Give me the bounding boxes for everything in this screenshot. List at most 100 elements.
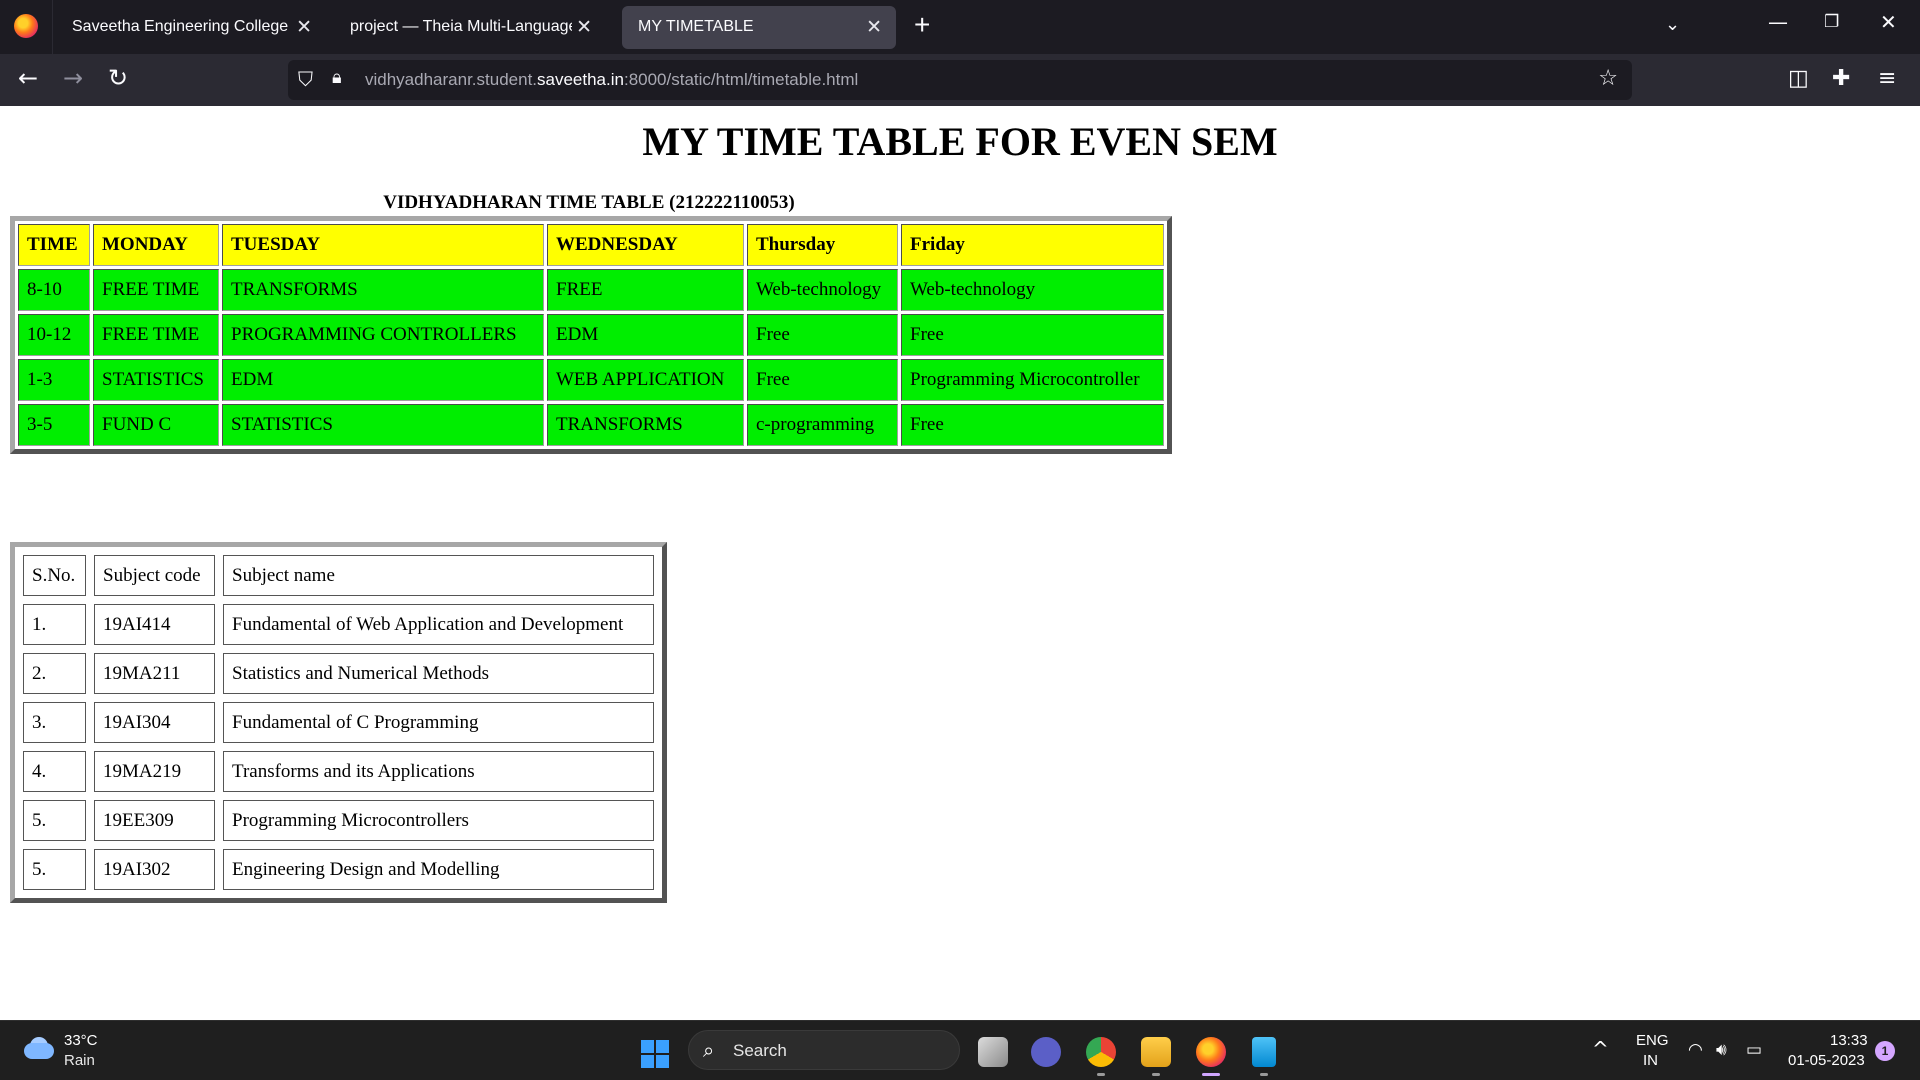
subject-code-cell: 19EE309 — [94, 800, 215, 841]
tab-theia-project[interactable]: project — Theia Multi-Language Ex ✕ — [334, 6, 606, 49]
windows-start-icon[interactable] — [641, 1040, 669, 1068]
firefox-taskbar-icon[interactable] — [1196, 1037, 1226, 1067]
header-cell: TUESDAY — [222, 224, 544, 266]
app-running-indicator — [1097, 1073, 1105, 1076]
pocket-icon[interactable]: ◫ — [1788, 66, 1809, 91]
serial-cell: 5. — [23, 800, 86, 841]
timetable-table: TIME MONDAY TUESDAY WEDNESDAY Thursday F… — [10, 216, 1172, 454]
restore-icon[interactable]: ❐ — [1824, 12, 1839, 32]
battery-icon[interactable]: ▭ — [1746, 1040, 1762, 1060]
input-language[interactable]: ENG — [1636, 1032, 1669, 1049]
firefox-logo-icon[interactable] — [14, 14, 38, 38]
serial-cell: 1. — [23, 604, 86, 645]
table-cell: Programming Microcontroller — [901, 359, 1164, 401]
table-row: 2. 19MA211 Statistics and Numerical Meth… — [23, 653, 654, 694]
subjects-header-row: S.No. Subject code Subject name — [23, 555, 654, 596]
table-cell: STATISTICS — [93, 359, 219, 401]
serial-cell: 2. — [23, 653, 86, 694]
page-content: MY TIME TABLE FOR EVEN SEM VIDHYADHARAN … — [0, 106, 1920, 1020]
window-close-icon[interactable]: ✕ — [1880, 10, 1897, 34]
table-row: 10-12 FREE TIME PROGRAMMING CONTROLLERS … — [18, 314, 1164, 356]
time-cell: 3-5 — [18, 404, 90, 446]
task-view-icon[interactable] — [978, 1037, 1008, 1067]
url-prefix: vidhyadharanr.student. — [365, 70, 538, 89]
tab-my-timetable[interactable]: MY TIMETABLE ✕ — [622, 6, 896, 49]
close-icon[interactable]: ✕ — [296, 16, 312, 39]
table-row: 3-5 FUND C STATISTICS TRANSFORMS c-progr… — [18, 404, 1164, 446]
table-cell: TRANSFORMS — [547, 404, 744, 446]
header-cell: S.No. — [23, 555, 86, 596]
clock-time[interactable]: 13:33 — [1830, 1032, 1868, 1049]
table-cell: FREE TIME — [93, 269, 219, 311]
input-region[interactable]: IN — [1643, 1052, 1658, 1069]
tab-title: MY TIMETABLE — [638, 18, 754, 35]
time-cell: 10-12 — [18, 314, 90, 356]
timetable-section: VIDHYADHARAN TIME TABLE (212222110053) T… — [10, 192, 1172, 454]
bookmark-star-icon[interactable]: ☆ — [1598, 66, 1618, 91]
back-arrow-icon[interactable]: ← — [18, 64, 38, 92]
subject-name-cell: Statistics and Numerical Methods — [223, 653, 654, 694]
app-running-indicator — [1152, 1073, 1160, 1076]
file-explorer-icon[interactable] — [1141, 1037, 1171, 1067]
table-cell: FREE TIME — [93, 314, 219, 356]
table-cell: Free — [901, 314, 1164, 356]
subject-code-cell: 19MA219 — [94, 751, 215, 792]
wifi-icon[interactable]: ◠ — [1688, 1040, 1703, 1060]
table-cell: Free — [901, 404, 1164, 446]
notepad-icon[interactable] — [1252, 1037, 1276, 1067]
url-text[interactable]: vidhyadharanr.student.saveetha.in:8000/s… — [365, 70, 858, 90]
taskbar-search-box[interactable]: ⌕ Search — [688, 1030, 960, 1070]
app-running-indicator — [1260, 1073, 1268, 1076]
minimize-icon[interactable]: — — [1768, 10, 1788, 34]
search-label: Search — [733, 1041, 787, 1060]
extensions-icon[interactable]: ✚ — [1832, 66, 1850, 91]
url-host: saveetha.in — [537, 70, 624, 89]
tab-title: Saveetha Engineering College — [72, 18, 289, 35]
tab-saveetha[interactable]: Saveetha Engineering College ✕ — [56, 6, 326, 49]
start-tile — [641, 1055, 654, 1068]
new-tab-button[interactable]: + — [914, 9, 930, 41]
teams-chat-icon[interactable] — [1031, 1037, 1061, 1067]
weather-cloud-icon[interactable] — [22, 1037, 56, 1063]
subject-code-cell: 19AI414 — [94, 604, 215, 645]
subject-name-cell: Programming Microcontrollers — [223, 800, 654, 841]
tab-title: project — Theia Multi-Language Ex — [350, 18, 572, 35]
clock-date[interactable]: 01-05-2023 — [1788, 1052, 1865, 1069]
weather-description[interactable]: Rain — [64, 1052, 95, 1069]
lock-icon[interactable]: 🔒︎ — [332, 67, 342, 88]
url-bar[interactable]: ⛉ 🔒︎ vidhyadharanr.student.saveetha.in:8… — [288, 60, 1632, 100]
volume-icon[interactable]: 🔊︎ — [1716, 1040, 1727, 1060]
subject-name-cell: Fundamental of C Programming — [223, 702, 654, 743]
subject-code-cell: 19AI304 — [94, 702, 215, 743]
subject-code-cell: 19MA211 — [94, 653, 215, 694]
list-all-tabs-chevron-icon[interactable]: ⌄ — [1665, 14, 1680, 35]
timetable-header-row: TIME MONDAY TUESDAY WEDNESDAY Thursday F… — [18, 224, 1164, 266]
table-cell: FUND C — [93, 404, 219, 446]
table-cell: Web-technology — [901, 269, 1164, 311]
forward-arrow-icon[interactable]: → — [63, 64, 83, 92]
time-cell: 1-3 — [18, 359, 90, 401]
reload-icon[interactable]: ↻ — [108, 64, 128, 92]
header-cell: Subject name — [223, 555, 654, 596]
close-icon[interactable]: ✕ — [866, 16, 882, 39]
tracking-shield-icon[interactable]: ⛉ — [298, 67, 313, 91]
subject-name-cell: Engineering Design and Modelling — [223, 849, 654, 890]
subject-name-cell: Transforms and its Applications — [223, 751, 654, 792]
table-row: 5. 19AI302 Engineering Design and Modell… — [23, 849, 654, 890]
table-cell: c-programming — [747, 404, 898, 446]
hamburger-menu-icon[interactable]: ≡ — [1878, 66, 1896, 91]
cloud-shape — [24, 1043, 54, 1059]
chrome-icon[interactable] — [1086, 1037, 1116, 1067]
notification-badge[interactable]: 1 — [1875, 1041, 1895, 1061]
serial-cell: 5. — [23, 849, 86, 890]
table-cell: EDM — [547, 314, 744, 356]
header-cell: Subject code — [94, 555, 215, 596]
subjects-section: S.No. Subject code Subject name 1. 19AI4… — [10, 542, 667, 903]
header-cell: WEDNESDAY — [547, 224, 744, 266]
start-tile — [656, 1040, 669, 1053]
close-icon[interactable]: ✕ — [576, 16, 592, 39]
start-tile — [656, 1055, 669, 1068]
weather-temperature[interactable]: 33°C — [64, 1032, 98, 1049]
show-hidden-icons-chevron-icon[interactable]: ^ — [1592, 1037, 1609, 1061]
tab-bar: Saveetha Engineering College ✕ project —… — [0, 0, 1920, 54]
